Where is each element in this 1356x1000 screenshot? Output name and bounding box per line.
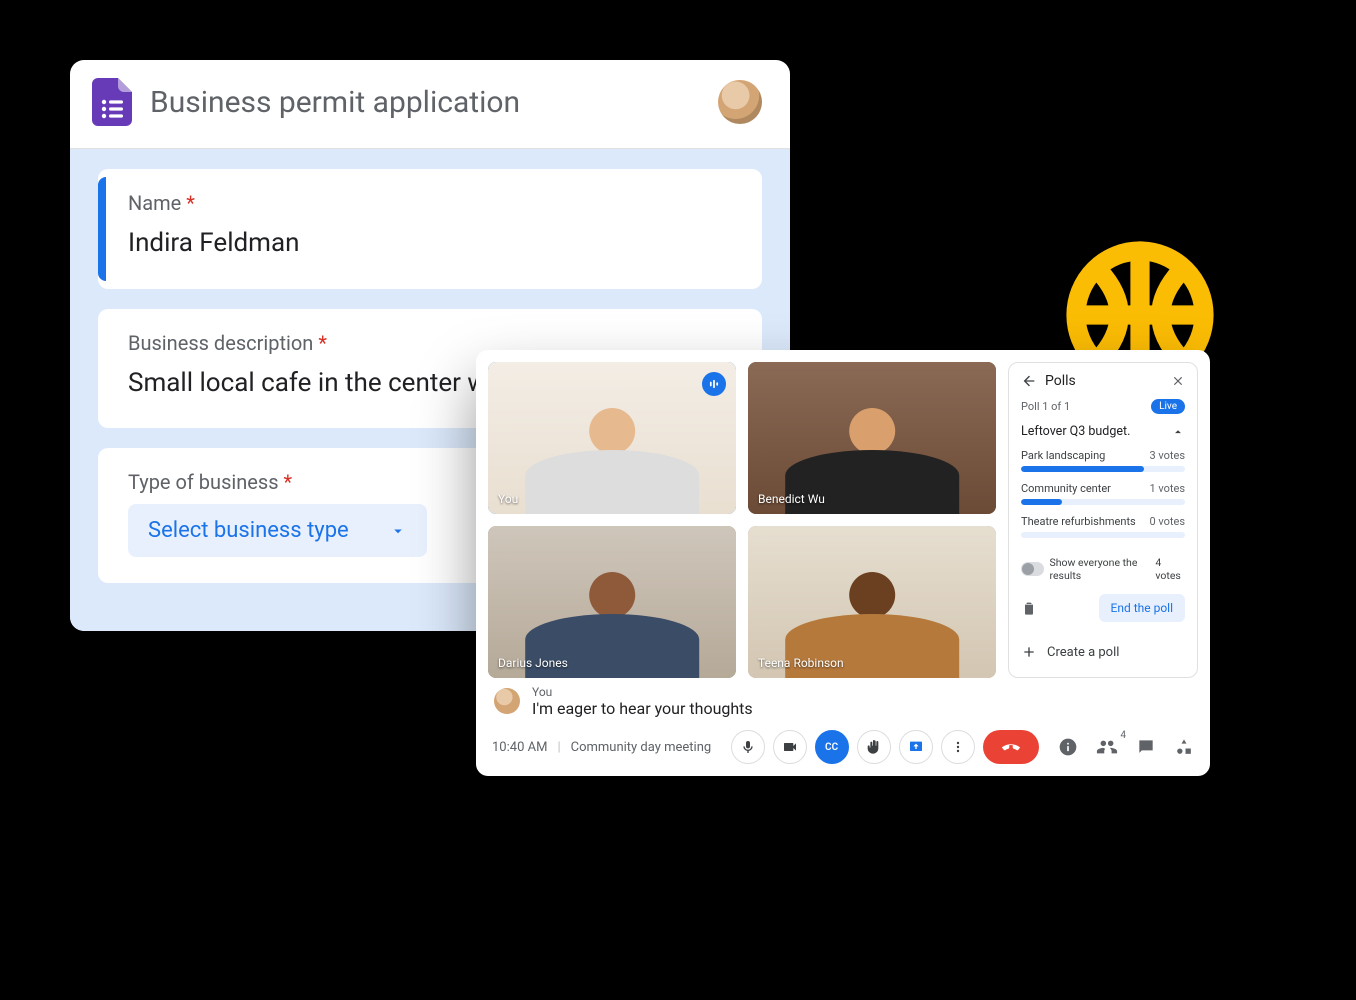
business-type-select[interactable]: Select business type [128, 504, 427, 557]
caption-row: You I'm eager to hear your thoughts [476, 678, 1210, 722]
poll-counter: Poll 1 of 1 [1021, 400, 1070, 413]
question-label: Type of business [128, 470, 279, 494]
option-label: Theatre refurbishments [1021, 515, 1136, 528]
poll-option[interactable]: Theatre refurbishments 0 votes [1021, 515, 1185, 538]
required-mark: * [318, 331, 327, 355]
back-icon[interactable] [1021, 373, 1037, 389]
video-tile[interactable]: Teena Robinson [748, 526, 996, 678]
option-votes: 1 votes [1149, 482, 1185, 495]
participant-count: 4 [1120, 730, 1126, 741]
video-grid: You Benedict Wu Darius Jones Teena Robin… [488, 362, 996, 678]
caption-speaker: You [532, 686, 753, 699]
required-mark: * [186, 191, 195, 215]
option-label: Community center [1021, 482, 1111, 495]
chat-icon[interactable] [1136, 737, 1156, 757]
show-results-label: Show everyone the results [1050, 556, 1156, 582]
name-answer[interactable]: Indira Feldman [128, 225, 732, 263]
question-label: Business description [128, 331, 313, 355]
caption-text: I'm eager to hear your thoughts [532, 699, 753, 718]
tile-name-label: Darius Jones [498, 656, 568, 670]
chevron-down-icon [389, 522, 407, 540]
cc-label: CC [825, 742, 838, 753]
create-poll-button[interactable]: Create a poll [1021, 634, 1185, 660]
poll-question: Leftover Q3 budget. [1021, 424, 1130, 439]
chevron-up-icon[interactable] [1171, 425, 1185, 439]
close-icon[interactable] [1171, 374, 1185, 388]
poll-option[interactable]: Community center 1 votes [1021, 482, 1185, 505]
meeting-time: 10:40 AM [492, 740, 547, 755]
raise-hand-button[interactable] [857, 730, 891, 764]
meet-window: You Benedict Wu Darius Jones Teena Robin… [476, 350, 1210, 776]
camera-button[interactable] [773, 730, 807, 764]
end-poll-button[interactable]: End the poll [1099, 594, 1185, 622]
meeting-name: Community day meeting [571, 740, 712, 755]
forms-app-icon [92, 78, 132, 126]
polls-title: Polls [1045, 373, 1076, 389]
required-mark: * [284, 470, 293, 494]
show-results-toggle[interactable] [1021, 562, 1044, 576]
select-placeholder: Select business type [148, 518, 349, 543]
people-icon[interactable]: 4 [1096, 736, 1118, 758]
end-call-button[interactable] [983, 730, 1039, 764]
tile-name-label: Teena Robinson [758, 656, 844, 670]
user-avatar[interactable] [718, 80, 762, 124]
option-label: Park landscaping [1021, 449, 1105, 462]
separator: | [557, 740, 560, 755]
tile-name-label: You [498, 492, 518, 506]
captions-button[interactable]: CC [815, 730, 849, 764]
meet-control-bar: 10:40 AM | Community day meeting CC [476, 722, 1210, 776]
video-tile[interactable]: Darius Jones [488, 526, 736, 678]
more-options-button[interactable] [941, 730, 975, 764]
tile-name-label: Benedict Wu [758, 492, 825, 506]
mic-button[interactable] [731, 730, 765, 764]
video-tile[interactable]: Benedict Wu [748, 362, 996, 514]
plus-icon [1021, 644, 1037, 660]
form-header: Business permit application [70, 60, 790, 149]
poll-option[interactable]: Park landscaping 3 votes [1021, 449, 1185, 472]
form-title: Business permit application [150, 85, 520, 120]
speaking-indicator-icon [702, 372, 726, 396]
activities-icon[interactable] [1174, 737, 1194, 757]
option-votes: 3 votes [1149, 449, 1185, 462]
present-button[interactable] [899, 730, 933, 764]
question-name[interactable]: Name * Indira Feldman [98, 169, 762, 289]
option-votes: 0 votes [1149, 515, 1185, 528]
delete-poll-icon[interactable] [1021, 600, 1037, 616]
total-votes: 4 votes [1155, 556, 1185, 582]
info-icon[interactable] [1058, 737, 1078, 757]
create-poll-label: Create a poll [1047, 645, 1119, 660]
live-badge: Live [1151, 399, 1185, 414]
video-tile-self[interactable]: You [488, 362, 736, 514]
polls-panel: Polls Poll 1 of 1 Live Leftover Q3 budge… [1008, 362, 1198, 678]
question-label: Name [128, 191, 181, 215]
caption-avatar [494, 688, 520, 714]
